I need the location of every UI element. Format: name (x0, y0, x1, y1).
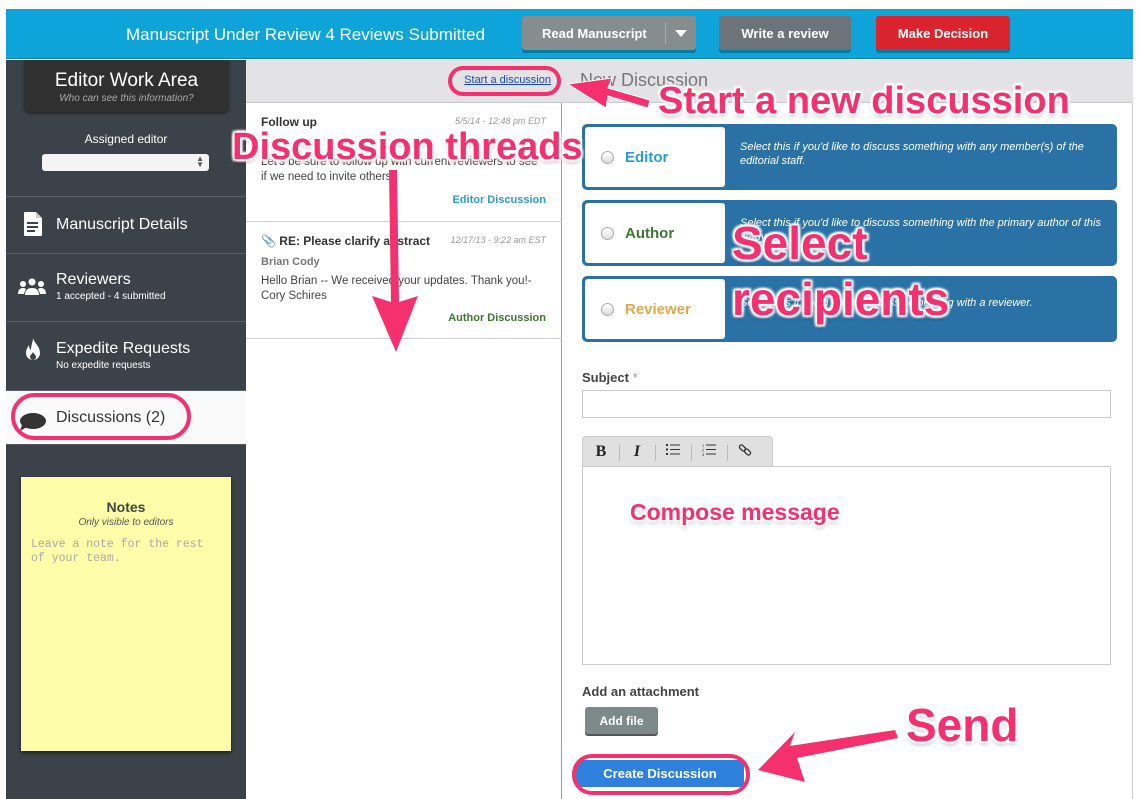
app-root: Manuscript Under Review 4 Reviews Submit… (0, 0, 1140, 799)
users-icon (18, 278, 46, 295)
reviewers-summary: 1 accepted - 4 submitted (56, 291, 166, 302)
notes-title: Notes (106, 499, 146, 515)
recipient-name: Editor (625, 149, 669, 166)
write-review-button[interactable]: Write a review (719, 16, 851, 50)
make-decision-button[interactable]: Make Decision (876, 16, 1010, 50)
subject-input[interactable] (582, 390, 1111, 418)
annotation-threads: Discussion threads (232, 126, 583, 168)
sidebar-item-expedite-requests[interactable]: Expedite Requests No expedite requests (6, 321, 246, 390)
annotation-start-new: Start a new discussion (658, 80, 1070, 122)
chevron-down-icon[interactable] (675, 30, 687, 37)
notes-panel: Notes Only visible to editors Leave a no… (21, 477, 231, 751)
bullet-list-icon[interactable] (655, 443, 691, 461)
button-divider (665, 22, 666, 44)
recipient-name: Author (625, 225, 675, 242)
paperclip-icon: 📎 (261, 234, 276, 248)
link-icon[interactable] (727, 443, 763, 462)
sidebar-item-reviewers[interactable]: Reviewers 1 accepted - 4 submitted (6, 253, 246, 321)
required-marker: * (632, 370, 638, 385)
highlight-ring-start-link (448, 66, 561, 96)
message-editor[interactable] (582, 466, 1111, 665)
notes-textarea[interactable]: Leave a note for the rest of your team. (31, 538, 221, 566)
recipient-description: Select this if you'd like to discuss som… (740, 141, 1084, 167)
thread-type-badge: Author Discussion (448, 312, 546, 324)
numbered-list-icon[interactable]: 123 (691, 443, 727, 461)
work-area-info-link[interactable]: Who can see this information? (24, 93, 229, 104)
thread-subject: 📎 RE: Please clarify abstract (261, 234, 431, 248)
select-arrows-icon: ▲ ▼ (196, 154, 204, 169)
thread-type-badge: Editor Discussion (452, 194, 546, 206)
flame-icon (26, 338, 40, 360)
highlight-ring-create (572, 754, 750, 795)
annotation-select: Select (732, 217, 868, 269)
editor-toolbar: B I 123 (582, 436, 773, 467)
svg-text:3: 3 (702, 452, 705, 456)
sidebar-item-label: Expedite Requests (56, 340, 191, 357)
thread-date: 5/5/14 - 12:48 pm EDT (454, 116, 546, 126)
sidebar-item-label: Manuscript Details (56, 216, 188, 233)
sidebar-item-label: Reviewers (56, 271, 131, 288)
recipient-option-editor[interactable]: Editor Select this if you'd like to disc… (582, 124, 1117, 190)
radio-reviewer[interactable] (601, 303, 614, 316)
manuscript-status-title: Manuscript Under Review 4 Reviews Submit… (126, 25, 486, 44)
annotation-send: Send (906, 699, 1019, 751)
annotation-compose: Compose message (630, 499, 840, 525)
subject-label: Subject * (582, 370, 638, 385)
thread-item[interactable]: 📎 RE: Please clarify abstract 12/17/13 -… (246, 222, 562, 339)
recipient-name: Reviewer (625, 301, 691, 318)
thread-body: Hello Brian -- We received your updates.… (261, 275, 532, 302)
read-manuscript-label: Read Manuscript (542, 25, 647, 41)
thread-date: 12/17/13 - 9:22 am EST (450, 235, 546, 245)
add-file-button[interactable]: Add file (585, 707, 658, 734)
attachment-label: Add an attachment (582, 684, 700, 699)
radio-editor[interactable] (601, 151, 614, 164)
expedite-summary: No expedite requests (56, 360, 151, 371)
document-icon (24, 212, 42, 236)
sidebar-item-manuscript-details[interactable]: Manuscript Details (6, 196, 246, 253)
assigned-editor-select[interactable]: ▲ ▼ (42, 154, 209, 171)
thread-author: Brian Cody (261, 256, 320, 268)
annotation-recipients: recipients (732, 273, 950, 325)
editor-work-area: Editor Work Area Who can see this inform… (24, 60, 229, 112)
bold-button[interactable]: B (583, 443, 619, 461)
top-bar: Manuscript Under Review 4 Reviews Submit… (6, 9, 1133, 59)
assigned-editor-label: Assigned editor (84, 132, 168, 146)
notes-subtitle: Only visible to editors (78, 517, 174, 528)
read-manuscript-button[interactable]: Read Manuscript (522, 16, 696, 50)
highlight-ring-discussions (11, 393, 191, 440)
new-discussion-panel: New Discussion Editor Select this if you… (562, 60, 1133, 799)
italic-button[interactable]: I (619, 443, 655, 461)
radio-author[interactable] (601, 227, 614, 240)
work-area-title: Editor Work Area (54, 70, 199, 91)
discussion-threads-panel: Start a discussion Follow up 5/5/14 - 12… (246, 60, 562, 799)
